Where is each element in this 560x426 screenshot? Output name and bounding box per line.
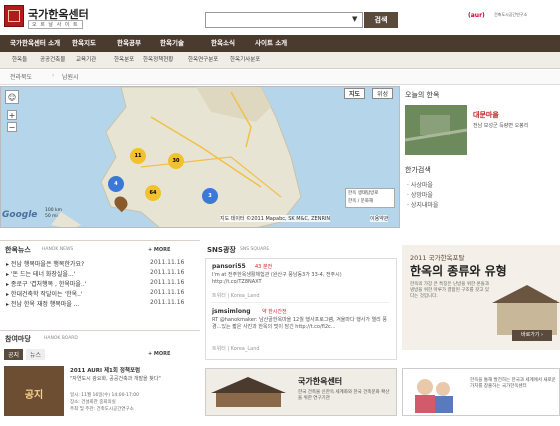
nav-item-study[interactable]: 한옥공부 (117, 35, 141, 52)
today-image[interactable] (404, 105, 468, 155)
sns-subtitle: SNS SQUARE (240, 247, 270, 252)
subnav-item[interactable]: 한옥들 (12, 52, 27, 69)
sns-author[interactable]: pansori55 (212, 263, 246, 270)
map-cluster-marker[interactable]: 11 (130, 148, 146, 164)
partner-name: 건축도시공간연구소 (494, 12, 528, 17)
breadcrumb (0, 70, 560, 85)
search-panel-item[interactable]: · 상지내마을 (407, 200, 438, 209)
map-legend-item: 한옥 / 문화재 (348, 199, 374, 204)
nav-item-tech[interactable]: 한옥기술 (160, 35, 184, 52)
news-date: 2011.11.16 (150, 259, 185, 266)
subnav-item[interactable]: 공공건축물 (40, 52, 65, 69)
street-view-icon[interactable]: ☺ (5, 90, 19, 104)
map-legend-item: 한옥 생태탐방로 (348, 191, 379, 196)
subnav-item[interactable]: 교육기관 (76, 52, 96, 69)
search-input[interactable] (205, 12, 363, 28)
subnav-item[interactable]: 한옥정책현황 (143, 52, 173, 69)
subnav-item[interactable]: 한옥분포 (114, 52, 134, 69)
sns-text: I'm at 전주한옥생활체험관 (완산구 풍남동3가 33-4, 전주시) h… (212, 272, 342, 285)
partner-logo[interactable]: (aur) (468, 12, 485, 19)
search-panel-item[interactable]: · 상망마을 (407, 190, 433, 199)
board-subtitle: HANOK BOARD (44, 336, 78, 341)
banner-center-title: 국가한옥센터 (298, 377, 343, 386)
sns-actions[interactable]: 트위터 | Korea_Land (212, 345, 260, 352)
map-scale: 50 mi (45, 214, 58, 219)
banner-heading: 2011 국가한옥포탈 (410, 254, 465, 262)
news-date: 2011.11.16 (150, 269, 185, 276)
board-item-title[interactable]: 2011 AURI 제1회 정책포럼 (70, 366, 140, 374)
breadcrumb-separator: › (52, 72, 55, 79)
banner-desc: 한옥의 가장 큰 특징은 난방을 위한 온돌과 냉방을 위한 마루가 결합된 구… (410, 282, 489, 299)
list-item[interactable]: ▸ 전남 행복마을은 행복한가요? (6, 259, 146, 268)
list-item[interactable]: ▸ 한대건축학 작달이는 '한옥..' (6, 289, 146, 298)
zoom-in-button[interactable]: + (7, 110, 17, 120)
banner-partner-text: 한옥을 통해 발전하는 한국과 세계에서 새로운 가치를 창출하는 국가한옥센터 (470, 378, 556, 389)
map-view[interactable] (0, 86, 400, 228)
subnav-item[interactable]: 한옥기사분포 (230, 52, 260, 69)
nav-item-site[interactable]: 사이트 소개 (255, 35, 287, 52)
board-image[interactable]: 공지 (4, 366, 64, 416)
list-item[interactable]: ▸ 전남 한옥 재정 행복마을 ... (6, 299, 146, 308)
today-heading: 오늘의 한옥 (405, 91, 440, 99)
chevron-down-icon[interactable]: ▼ (352, 15, 357, 23)
news-title: 한옥뉴스 (5, 246, 31, 254)
breadcrumb-item[interactable]: 남원시 (62, 72, 79, 81)
today-desc: 전남 보성군 득량면 오봉리 (473, 123, 529, 129)
logo[interactable] (4, 5, 24, 27)
news-subtitle: HANOK NEWS (42, 247, 74, 252)
board-title: 참여마당 (5, 335, 31, 343)
sns-title: SNS광장 (207, 246, 236, 254)
tab-notice[interactable]: 공지 (4, 349, 24, 360)
map-land (51, 87, 302, 227)
sns-author[interactable]: jsmsimlong (212, 308, 251, 315)
map-tab-satellite[interactable]: 위성 (372, 88, 394, 99)
map-cluster-marker[interactable]: 4 (108, 176, 124, 192)
map-cluster-marker[interactable]: 3 (202, 188, 218, 204)
map-scale: 100 km (45, 208, 63, 213)
banner-center-desc: 한국 건축물 신한옥 세계화와 한국 건축문화 확산을 위한 연구기관 (298, 390, 390, 401)
map-cluster-marker[interactable]: 64 (145, 185, 161, 201)
sns-time: 약 한시간전 (262, 309, 287, 315)
map-attribution: 지도 데이터 ©2011 Mapabc, SK M&C, ZENRIN (220, 215, 331, 222)
banner-partner[interactable] (402, 368, 560, 416)
subnav-item[interactable]: 한옥연구분포 (188, 52, 218, 69)
sns-actions[interactable]: 트위터 | Korea_Land (212, 292, 260, 299)
news-more-link[interactable]: + MORE (148, 247, 170, 253)
map-cluster-marker[interactable]: 30 (168, 153, 184, 169)
news-date: 2011.11.16 (150, 299, 185, 306)
nav-item-news[interactable]: 한옥소식 (211, 35, 235, 52)
board-item-host: 주최 및 주관: 건축도시공간연구소 (70, 407, 134, 412)
sns-time: 43 분전 (255, 264, 273, 270)
board-item-date: 일시: 11월 16일(수) 14:00-17:00 (70, 393, 140, 398)
list-item[interactable]: ▸ '돈 드는 테너 화장실을...' (6, 269, 146, 278)
board-item-desc: "자연도시 광요화, 공공건축과 개발을 찾다" (70, 376, 161, 382)
today-name[interactable]: 대문마을 (473, 110, 499, 120)
tab-news[interactable]: 뉴스 (26, 349, 46, 360)
logo-subtitle: 오 르 날 사 이 트 (28, 20, 83, 29)
search-panel-item[interactable]: · 사상마을 (407, 180, 433, 189)
google-logo: Google (2, 210, 38, 220)
banner-title: 한옥의 종류와 유형 (410, 264, 507, 278)
search-panel-heading: 한가검색 (405, 166, 431, 174)
list-item[interactable]: ▸ 종로구 '겹처행복 , 한옥마을..' (6, 279, 146, 288)
map-terms-link[interactable]: 이용약관 (370, 215, 389, 222)
zoom-out-button[interactable]: − (7, 122, 17, 132)
nav-item-map[interactable]: 한옥지도 (72, 35, 96, 52)
sns-text: RT @hanokmaker: 남산골한옥마을 12월 행사프로그램, 겨울마다… (212, 317, 387, 330)
map-tab-map[interactable]: 지도 (344, 88, 366, 99)
board-item-place: 장소: 건설회관 중회의실 (70, 400, 116, 405)
search-button[interactable]: 검색 (364, 12, 398, 28)
nav-item-about[interactable]: 국가한옥센터 소개 (10, 35, 60, 52)
banner-go-button[interactable]: 바로가기 › (512, 330, 552, 341)
news-date: 2011.11.16 (150, 289, 185, 296)
news-date: 2011.11.16 (150, 279, 185, 286)
board-more-link[interactable]: + MORE (148, 351, 170, 357)
breadcrumb-item[interactable]: 전라북도 (10, 72, 32, 81)
